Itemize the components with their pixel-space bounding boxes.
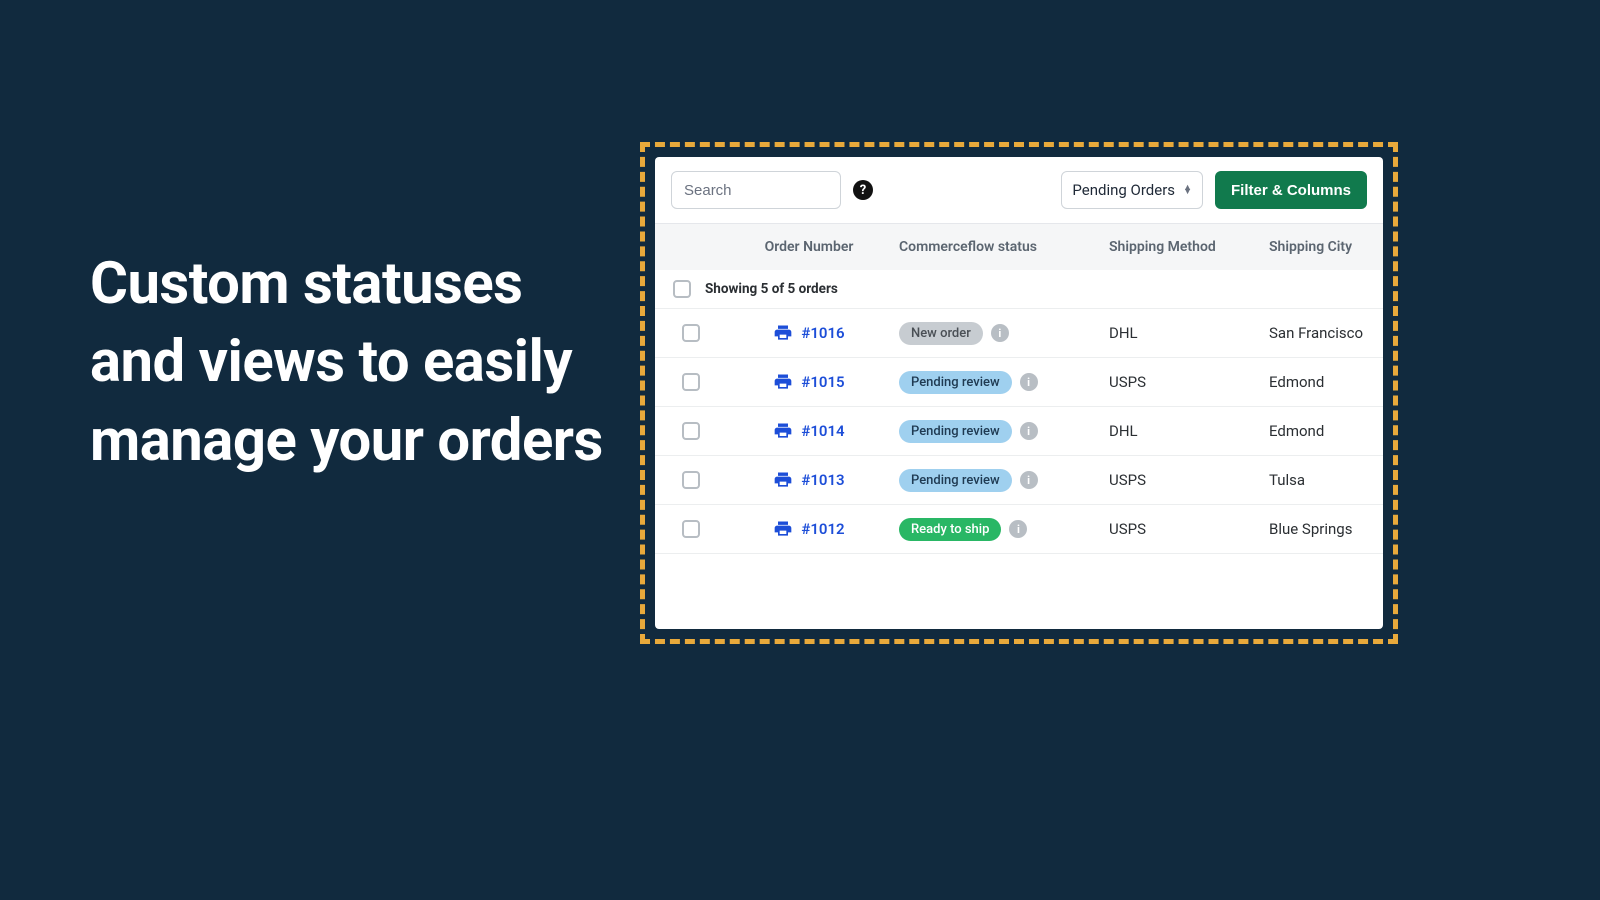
summary-row: Showing 5 of 5 orders [655, 270, 1383, 309]
order-number-cell: #1016 [719, 323, 899, 343]
table-row: #1012 Ready to ship i USPSBlue Springs [655, 505, 1383, 554]
info-icon[interactable]: i [991, 324, 1009, 342]
table-row: #1013 Pending review i USPSTulsa [655, 456, 1383, 505]
status-badge: Pending review [899, 371, 1012, 394]
order-number-link[interactable]: #1014 [801, 422, 844, 440]
order-number-link[interactable]: #1016 [801, 324, 844, 342]
table-row: #1014 Pending review i DHLEdmond [655, 407, 1383, 456]
row-checkbox[interactable] [682, 471, 700, 489]
printer-icon[interactable] [773, 372, 793, 392]
info-icon[interactable]: i [1020, 471, 1038, 489]
header-order-number: Order Number [719, 239, 899, 255]
filter-columns-button[interactable]: Filter & Columns [1215, 171, 1367, 209]
sort-icon: ▲▼ [1183, 186, 1192, 195]
order-number-cell: #1012 [719, 519, 899, 539]
status-badge: New order [899, 322, 983, 345]
row-checkbox-cell [663, 471, 719, 489]
status-badge: Pending review [899, 420, 1012, 443]
printer-icon[interactable] [773, 519, 793, 539]
hero-headline: Custom statuses and views to easily mana… [90, 245, 620, 480]
order-number-link[interactable]: #1013 [801, 471, 844, 489]
order-number-cell: #1015 [719, 372, 899, 392]
printer-icon[interactable] [773, 470, 793, 490]
row-checkbox-cell [663, 324, 719, 342]
status-cell: Pending review i [899, 469, 1109, 492]
info-icon[interactable]: i [1020, 422, 1038, 440]
status-cell: Ready to ship i [899, 518, 1109, 541]
table-row: #1016 New order i DHLSan Francisco [655, 309, 1383, 358]
row-checkbox[interactable] [682, 520, 700, 538]
shipping-method-cell: DHL [1109, 422, 1269, 440]
shipping-method-cell: USPS [1109, 471, 1269, 489]
view-select-label: Pending Orders [1072, 181, 1175, 199]
summary-text: Showing 5 of 5 orders [705, 281, 838, 297]
status-cell: Pending review i [899, 371, 1109, 394]
toolbar: ? Pending Orders ▲▼ Filter & Columns [655, 157, 1383, 224]
info-icon[interactable]: i [1009, 520, 1027, 538]
shipping-city-cell: San Francisco [1269, 324, 1375, 342]
row-checkbox-cell [663, 373, 719, 391]
shipping-city-cell: Edmond [1269, 422, 1375, 440]
highlight-frame: ? Pending Orders ▲▼ Filter & Columns Ord… [640, 142, 1398, 644]
header-shipping-method: Shipping Method [1109, 239, 1269, 255]
view-select[interactable]: Pending Orders ▲▼ [1061, 171, 1203, 209]
table-row: #1015 Pending review i USPSEdmond [655, 358, 1383, 407]
order-number-cell: #1014 [719, 421, 899, 441]
shipping-city-cell: Tulsa [1269, 471, 1375, 489]
row-checkbox[interactable] [682, 422, 700, 440]
help-icon[interactable]: ? [853, 180, 873, 200]
header-status: Commerceflow status [899, 239, 1109, 255]
row-checkbox[interactable] [682, 324, 700, 342]
row-checkbox[interactable] [682, 373, 700, 391]
orders-panel: ? Pending Orders ▲▼ Filter & Columns Ord… [655, 157, 1383, 629]
info-icon[interactable]: i [1020, 373, 1038, 391]
shipping-city-cell: Blue Springs [1269, 520, 1375, 538]
search-input[interactable] [671, 171, 841, 209]
order-number-link[interactable]: #1012 [801, 520, 844, 538]
row-checkbox-cell [663, 422, 719, 440]
shipping-method-cell: USPS [1109, 520, 1269, 538]
order-number-cell: #1013 [719, 470, 899, 490]
status-badge: Pending review [899, 469, 1012, 492]
table-body: #1016New orderiDHLSan Francisco#1015Pend… [655, 309, 1383, 554]
order-number-link[interactable]: #1015 [801, 373, 844, 391]
table-header: Order Number Commerceflow status Shippin… [655, 224, 1383, 270]
header-shipping-city: Shipping City [1269, 239, 1375, 255]
shipping-method-cell: USPS [1109, 373, 1269, 391]
status-badge: Ready to ship [899, 518, 1001, 541]
shipping-city-cell: Edmond [1269, 373, 1375, 391]
printer-icon[interactable] [773, 421, 793, 441]
row-checkbox-cell [663, 520, 719, 538]
shipping-method-cell: DHL [1109, 324, 1269, 342]
printer-icon[interactable] [773, 323, 793, 343]
status-cell: Pending review i [899, 420, 1109, 443]
select-all-checkbox[interactable] [673, 280, 691, 298]
status-cell: New order i [899, 322, 1109, 345]
